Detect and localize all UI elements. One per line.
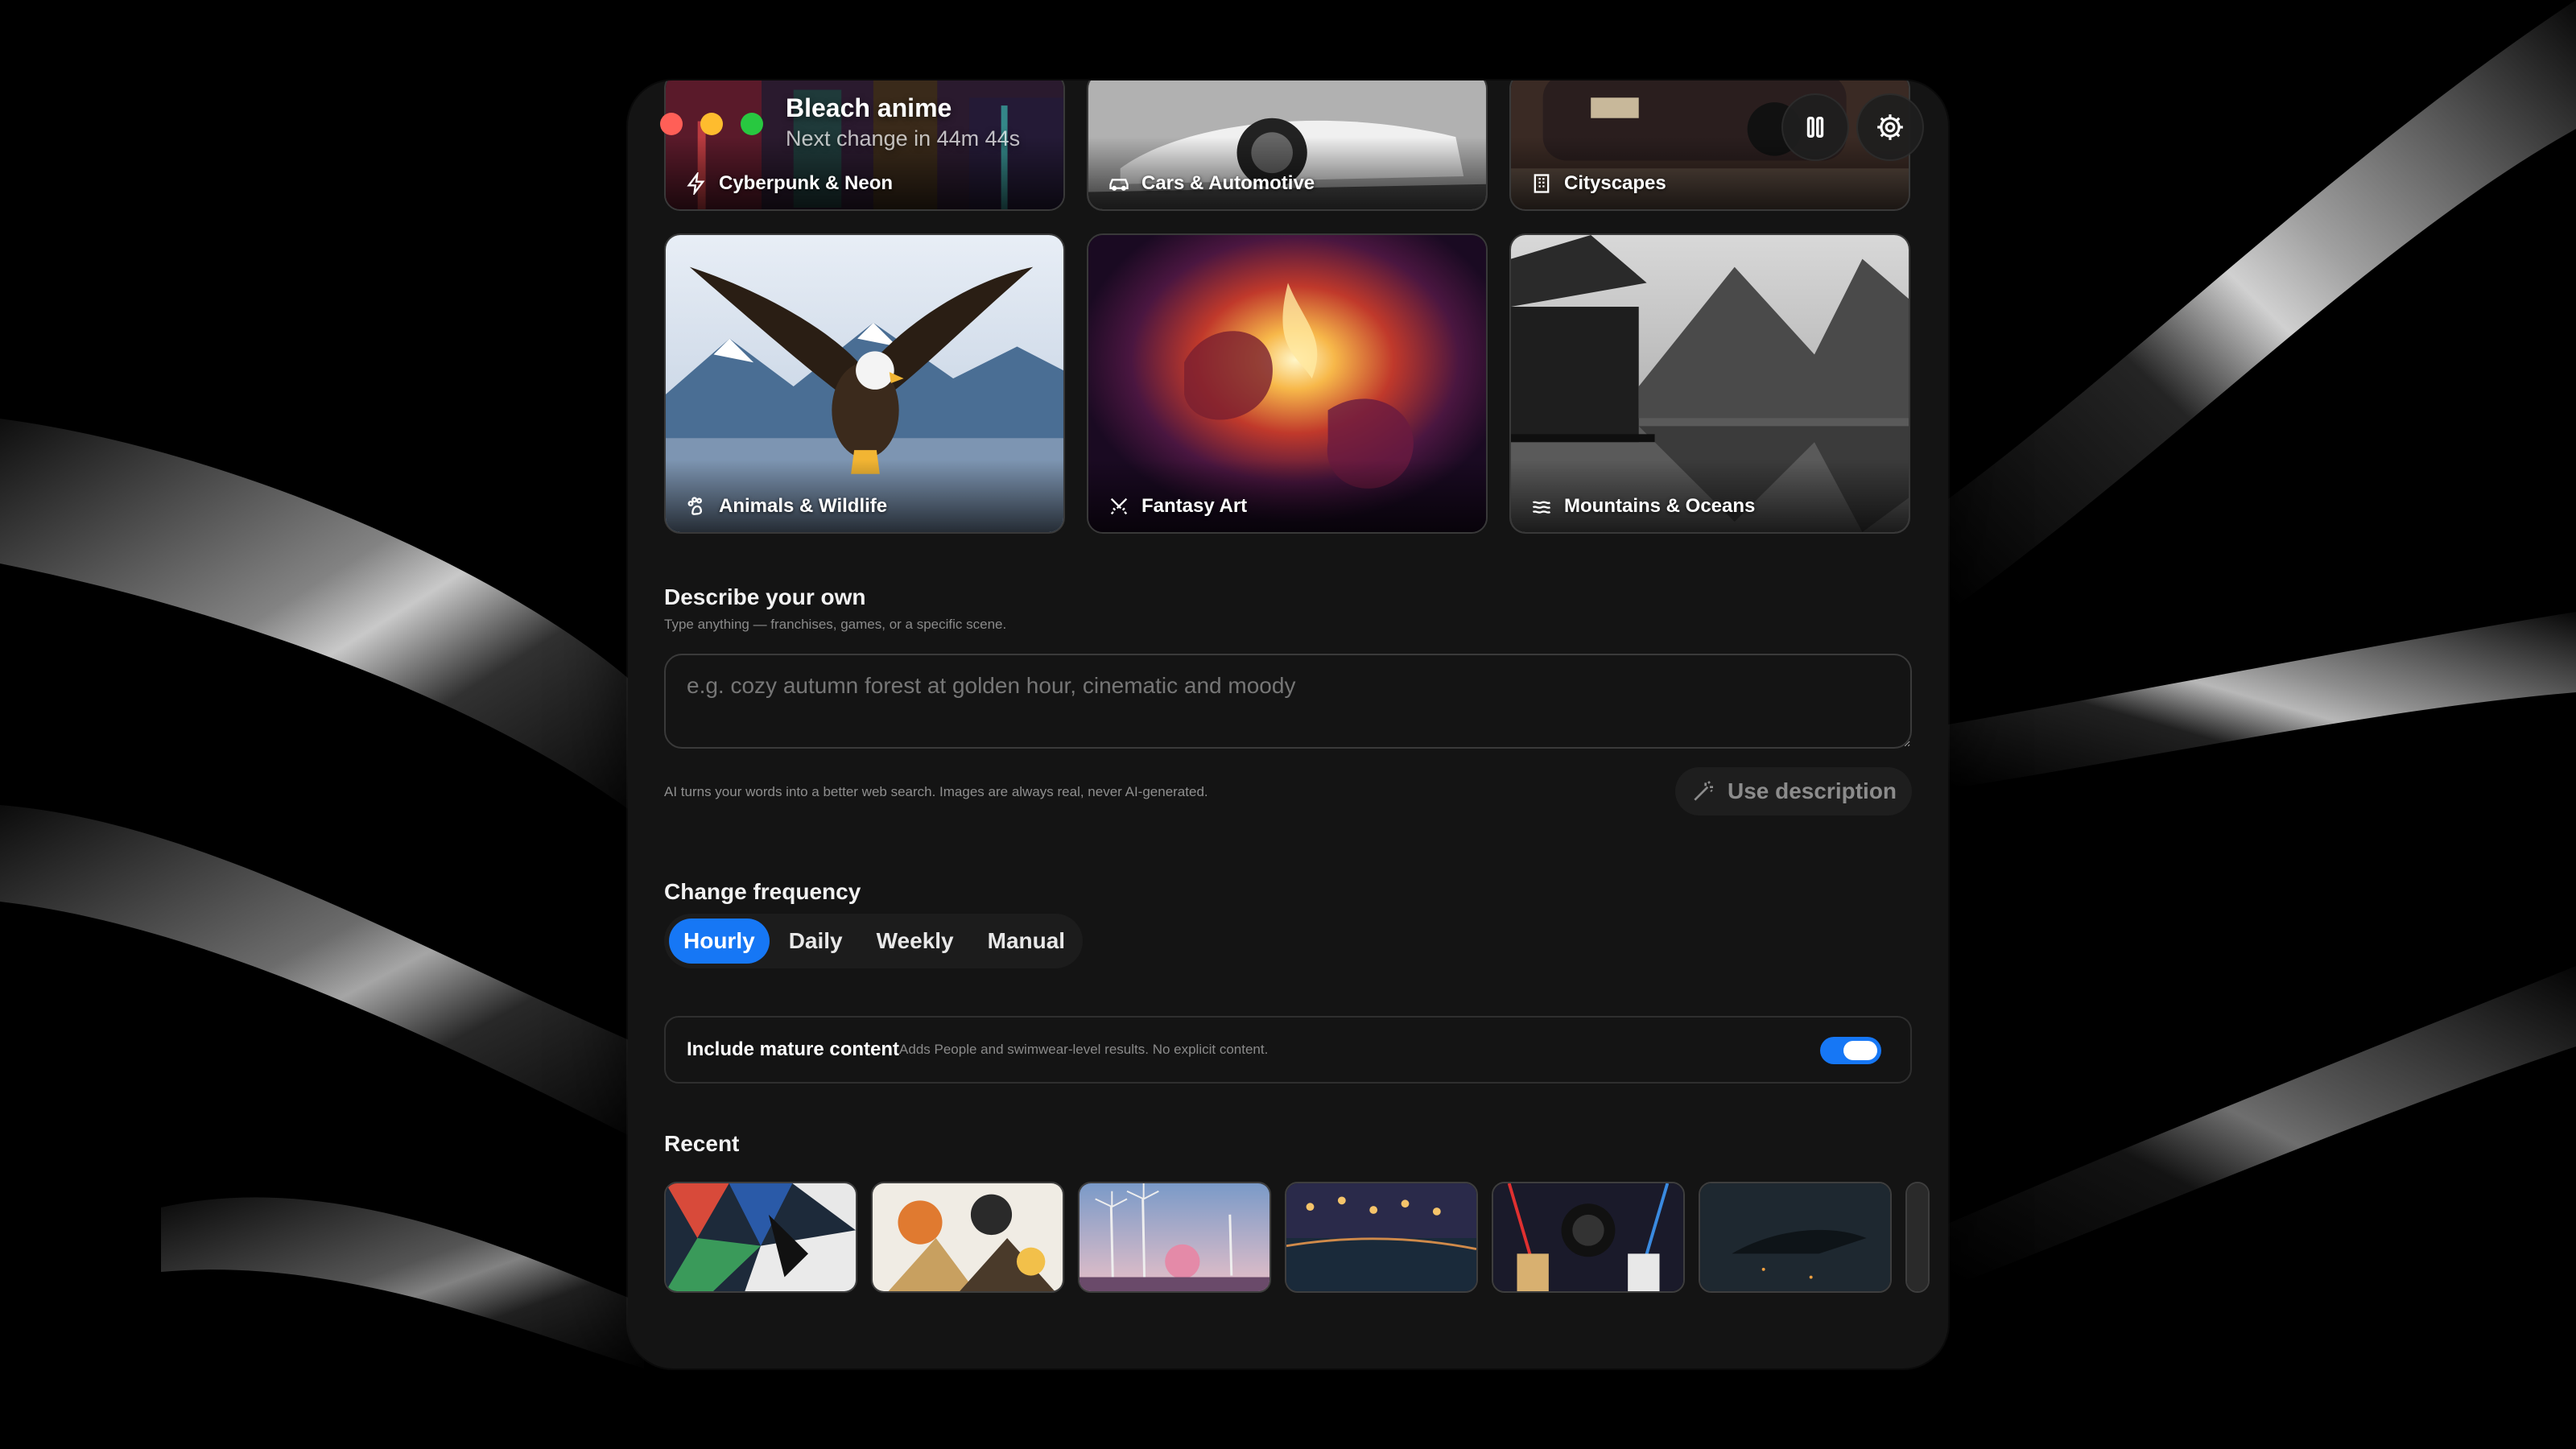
recent-thumbnail[interactable] bbox=[871, 1182, 1064, 1293]
recent-title: Recent bbox=[664, 1131, 740, 1156]
category-card-cityscapes[interactable]: Cityscapes bbox=[1509, 80, 1910, 211]
mature-content-toggle[interactable] bbox=[1820, 1037, 1881, 1064]
describe-subtitle: Type anything — franchises, games, or a … bbox=[664, 617, 1007, 632]
bolt-icon bbox=[687, 172, 705, 195]
recent-thumbnail[interactable] bbox=[1078, 1182, 1271, 1293]
category-label: Mountains & Oceans bbox=[1530, 495, 1755, 518]
recent-image bbox=[1493, 1183, 1683, 1291]
frequency-option-manual[interactable]: Manual bbox=[973, 919, 1080, 964]
app-window: Cyberpunk & Neon Cars & Automotive Citys… bbox=[628, 80, 1948, 1368]
recent-image bbox=[1700, 1183, 1890, 1291]
frequency-title: Change frequency bbox=[664, 879, 861, 904]
recent-thumbnail[interactable] bbox=[1285, 1182, 1478, 1293]
describe-title: Describe your own bbox=[664, 584, 866, 609]
recent-image bbox=[873, 1183, 1063, 1291]
recent-image bbox=[1286, 1183, 1476, 1291]
zoom-window-button[interactable] bbox=[741, 113, 763, 135]
recent-thumbnail[interactable] bbox=[664, 1182, 857, 1293]
category-card-mountains[interactable]: Mountains & Oceans bbox=[1509, 233, 1910, 534]
magic-wand-icon bbox=[1694, 781, 1713, 801]
mature-content-subtitle: Adds People and swimwear-level results. … bbox=[899, 1042, 1269, 1057]
category-card-cars[interactable]: Cars & Automotive bbox=[1087, 80, 1488, 211]
pause-button[interactable] bbox=[1781, 93, 1849, 161]
window-controls bbox=[660, 113, 763, 135]
settings-button[interactable] bbox=[1856, 93, 1924, 161]
paw-icon bbox=[687, 497, 703, 515]
category-label: Cyberpunk & Neon bbox=[685, 172, 893, 195]
description-input[interactable] bbox=[664, 654, 1912, 749]
category-label: Cars & Automotive bbox=[1108, 172, 1315, 195]
category-label: Fantasy Art bbox=[1108, 495, 1247, 518]
recent-thumbnail[interactable] bbox=[1905, 1182, 1930, 1293]
waves-icon bbox=[1532, 501, 1551, 514]
recent-image bbox=[666, 1183, 856, 1291]
use-description-button[interactable]: Use description bbox=[1675, 767, 1912, 815]
recent-image bbox=[1907, 1183, 1928, 1291]
frequency-option-hourly[interactable]: Hourly bbox=[669, 919, 770, 964]
minimize-window-button[interactable] bbox=[700, 113, 723, 135]
category-label: Cityscapes bbox=[1530, 172, 1666, 195]
next-change-countdown: Next change in 44m 44s bbox=[786, 126, 1021, 151]
pause-icon bbox=[1806, 116, 1824, 138]
current-wallpaper-info: Bleach anime Next change in 44m 44s bbox=[786, 92, 1020, 153]
frequency-option-weekly[interactable]: Weekly bbox=[862, 919, 968, 964]
car-icon bbox=[1109, 179, 1129, 191]
category-card-animals[interactable]: Animals & Wildlife bbox=[664, 233, 1065, 534]
category-label: Animals & Wildlife bbox=[685, 495, 887, 518]
recent-thumbnail[interactable] bbox=[1699, 1182, 1892, 1293]
category-card-fantasy[interactable]: Fantasy Art bbox=[1087, 233, 1488, 534]
mature-content-title: Include mature content bbox=[687, 1038, 900, 1060]
building-icon bbox=[1534, 174, 1550, 193]
gear-icon bbox=[1877, 114, 1903, 140]
frequency-option-daily[interactable]: Daily bbox=[774, 919, 857, 964]
frequency-selector: Hourly Daily Weekly Manual bbox=[664, 914, 1083, 968]
recent-thumbnail[interactable] bbox=[1492, 1182, 1685, 1293]
swords-icon bbox=[1110, 497, 1128, 515]
recent-image bbox=[1080, 1183, 1269, 1291]
close-window-button[interactable] bbox=[660, 113, 683, 135]
current-topic-title: Bleach anime bbox=[786, 93, 952, 122]
mature-content-row: Include mature content Adds People and s… bbox=[664, 1016, 1912, 1084]
ai-search-hint: AI turns your words into a better web se… bbox=[664, 784, 1208, 799]
